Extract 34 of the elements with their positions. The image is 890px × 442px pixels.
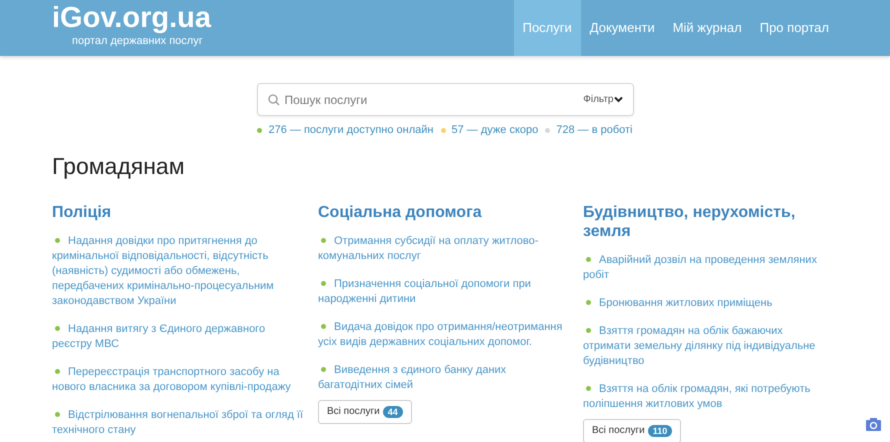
category-title[interactable]: Соціальна допомога	[318, 202, 569, 222]
search-field[interactable]: Пошук послуги Фільтр	[256, 83, 634, 116]
service-link[interactable]: Видача довідок про отримання/неотримання усіх видів державних соціальних допомог.	[318, 320, 569, 350]
stats-text: 57 — дуже скоро	[452, 123, 538, 138]
nav-tab[interactable]: Документи	[580, 0, 664, 56]
site-tagline: портал державних послуг	[72, 34, 204, 48]
nav-tab[interactable]: Послуги	[514, 0, 581, 56]
filter-dropdown[interactable]: Фільтр	[583, 92, 622, 107]
stats-text: 276 — послуги доступно онлайн	[268, 123, 434, 138]
page-heading: Громадянам	[52, 152, 186, 180]
service-link[interactable]: Взяття громадян на облік бажаючих отримати земельну ділянку під індивідуальне будівництво	[583, 324, 829, 368]
category-title[interactable]: Будівництво, нерухомість, земля	[583, 202, 829, 240]
service-link[interactable]: Надання витягу з Єдиного державного реєстру МВС	[52, 322, 304, 352]
service-link[interactable]: Отримання субсидії на оплату житлово-комунальних послуг	[318, 234, 569, 264]
service-link[interactable]: Взяття на облік громадян, які потребують поліпшення житлових умов	[583, 382, 829, 412]
all-services-button[interactable]: Всі послуги 110	[583, 418, 682, 442]
service-link[interactable]: Відстрілювання вогнепальної зброї та огляд її технічного стану	[52, 408, 304, 438]
service-link[interactable]: Виведення з єдиного банку даних багатодітних сімей	[318, 362, 569, 392]
category-title[interactable]: Поліція	[52, 202, 304, 222]
nav-tab[interactable]: Про портал	[750, 0, 838, 56]
site-logo[interactable]: iGov.org.ua	[52, 2, 211, 34]
chevron-icon	[614, 96, 622, 103]
service-link[interactable]: Бронювання житлових приміщень	[583, 296, 829, 310]
count-badge: 110	[648, 424, 672, 436]
service-link[interactable]: Призначення соціальної допомоги при народженні дитини	[318, 276, 569, 306]
service-link[interactable]: Надання довідки про притягнення до кримінальної відповідальності, відсутність (наявність) судимості або обмежень, передбачених кримінально-процесуальним законодавством України	[52, 234, 304, 308]
service-link[interactable]: Аварійний дозвіл на проведення земляних робіт	[583, 252, 829, 282]
nav-tab[interactable]: Мій журнал	[664, 0, 751, 56]
search-icon	[268, 94, 280, 106]
all-services-button[interactable]: Всі послуги 44	[318, 400, 412, 424]
stats-text: 728 — в роботі	[556, 123, 632, 138]
service-link[interactable]: Перереєстрація транспортного засобу на нового власника за договором купівлі-продажу	[52, 364, 304, 394]
count-badge: 44	[382, 406, 403, 418]
camera-icon[interactable]	[866, 418, 881, 431]
